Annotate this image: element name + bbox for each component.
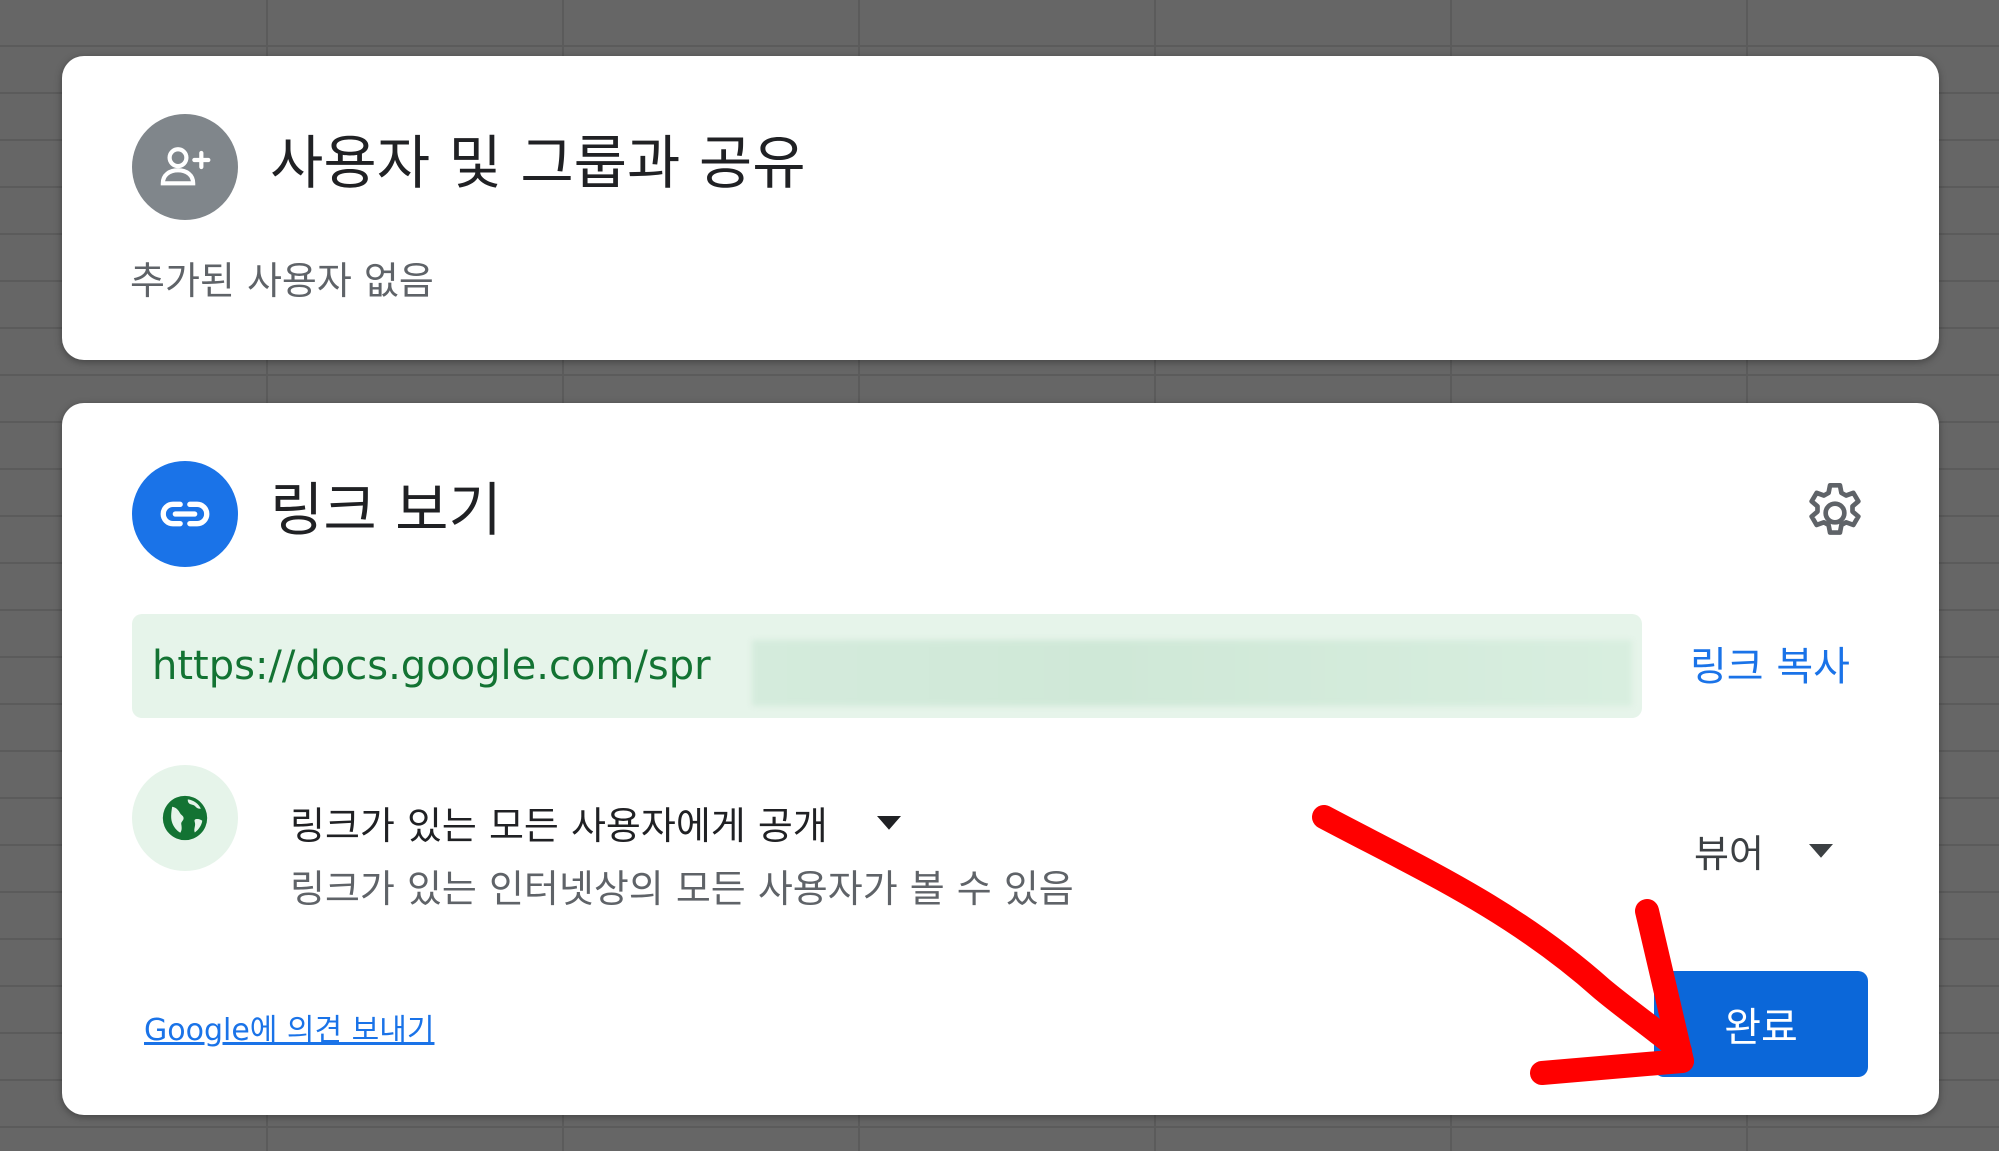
general-access-dropdown[interactable]: 링크가 있는 모든 사용자에게 공개	[290, 795, 828, 850]
share-url-field[interactable]: https://docs.google.com/spr	[132, 614, 1642, 718]
no-users-added-text: 추가된 사용자 없음	[130, 259, 434, 303]
send-feedback-link[interactable]: Google에 의견 보내기	[144, 1005, 434, 1049]
chevron-down-icon[interactable]	[874, 807, 904, 837]
gear-icon[interactable]	[1800, 478, 1870, 548]
share-url-text: https://docs.google.com/spr	[152, 643, 711, 689]
role-dropdown[interactable]: 뷰어	[1694, 823, 1764, 878]
access-description: 링크가 있는 인터넷상의 모든 사용자가 볼 수 있음	[290, 867, 1074, 911]
chevron-down-icon[interactable]	[1806, 835, 1836, 865]
share-people-title: 사용자 및 그룹과 공유	[270, 129, 806, 197]
globe-icon	[132, 765, 238, 871]
view-link-title: 링크 보기	[270, 476, 502, 544]
view-link-card: 링크 보기 https://docs.google.com/spr 링크 복사 …	[62, 403, 1939, 1115]
person-add-icon[interactable]	[132, 114, 238, 220]
redacted-url-blur	[752, 640, 1632, 706]
share-people-card: 사용자 및 그룹과 공유 추가된 사용자 없음	[62, 56, 1939, 360]
done-button[interactable]: 완료	[1654, 971, 1868, 1077]
link-icon	[132, 461, 238, 567]
copy-link-button[interactable]: 링크 복사	[1690, 634, 1850, 692]
